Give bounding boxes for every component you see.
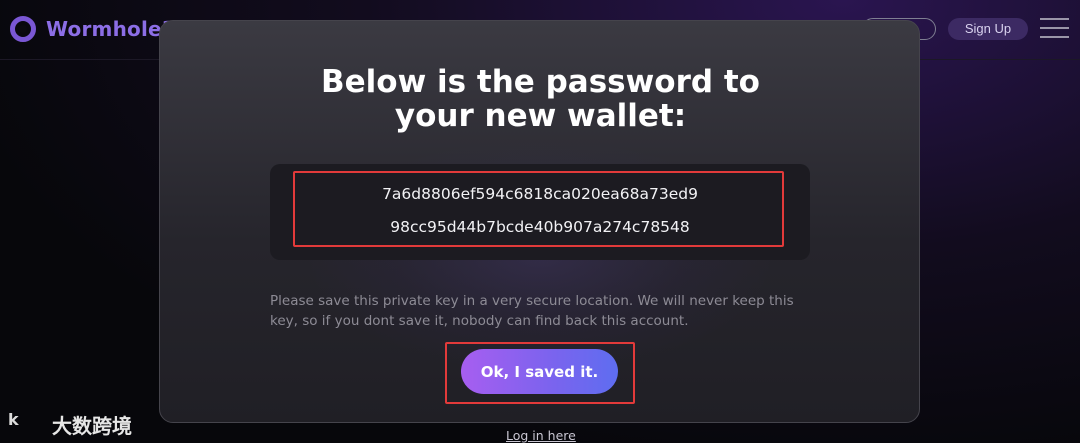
wormhole-ring-icon[interactable] xyxy=(10,16,36,42)
brand-name[interactable]: Wormhole3 xyxy=(46,17,176,41)
private-key-line-2[interactable]: 98cc95d44b7bcde40b907a274c78548 xyxy=(270,218,810,236)
wallet-password-modal: Below is the password to your new wallet… xyxy=(159,20,920,423)
login-link[interactable]: Log in here xyxy=(506,428,576,443)
modal-title-line2: your new wallet: xyxy=(394,98,687,134)
modal-title-line1: Below is the password to xyxy=(321,64,760,100)
hamburger-menu-icon[interactable] xyxy=(1040,18,1069,38)
save-key-notice: Please save this private key in a very s… xyxy=(270,293,794,329)
confirm-saved-button[interactable]: Ok, I saved it. xyxy=(461,349,618,394)
signup-button[interactable]: Sign Up xyxy=(948,18,1028,40)
watermark-text: 大数跨境 xyxy=(52,414,132,438)
modal-title: Below is the password to your new wallet… xyxy=(160,64,919,134)
private-key-line-1[interactable]: 7a6d8806ef594c6818ca020ea68a73ed9 xyxy=(270,185,810,203)
watermark-logo-icon: k xyxy=(8,410,19,429)
